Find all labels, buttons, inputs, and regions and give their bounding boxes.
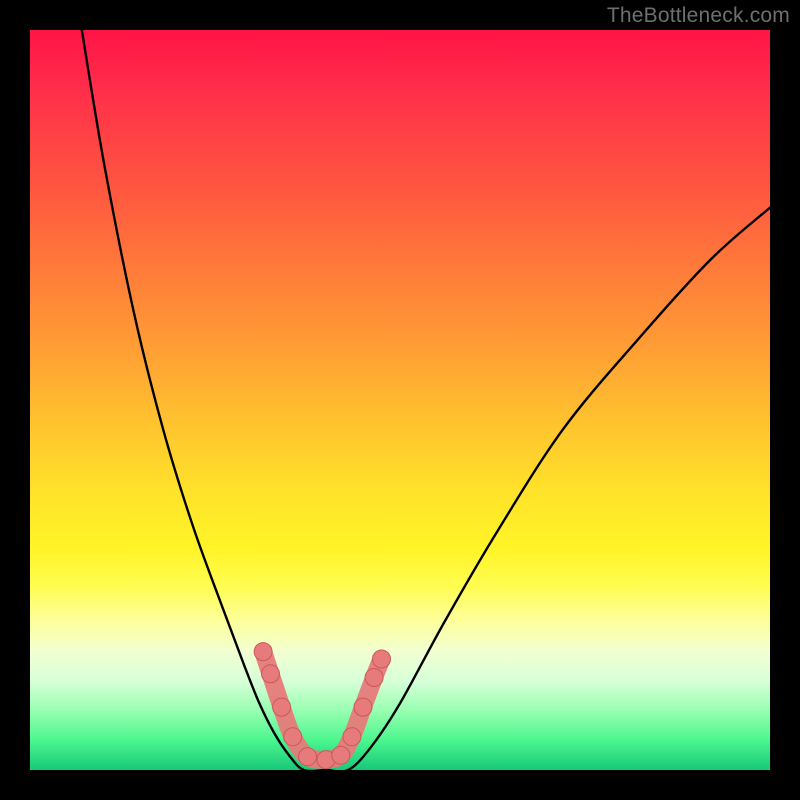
chart-svg — [30, 30, 770, 770]
valley-point-4 — [299, 748, 317, 766]
valley-point-8 — [354, 698, 372, 716]
curve-group — [82, 30, 770, 772]
valley-point-9 — [365, 669, 383, 687]
valley-point-10 — [373, 650, 391, 668]
bottleneck-curve — [82, 30, 770, 772]
outer-frame: TheBottleneck.com — [0, 0, 800, 800]
valley-point-6 — [332, 746, 350, 764]
watermark-text: TheBottleneck.com — [607, 4, 790, 28]
plot-area — [30, 30, 770, 770]
valley-point-7 — [343, 728, 361, 746]
valley-point-3 — [284, 728, 302, 746]
valley-point-0 — [254, 643, 272, 661]
valley-point-2 — [273, 698, 291, 716]
valley-point-1 — [262, 665, 280, 683]
